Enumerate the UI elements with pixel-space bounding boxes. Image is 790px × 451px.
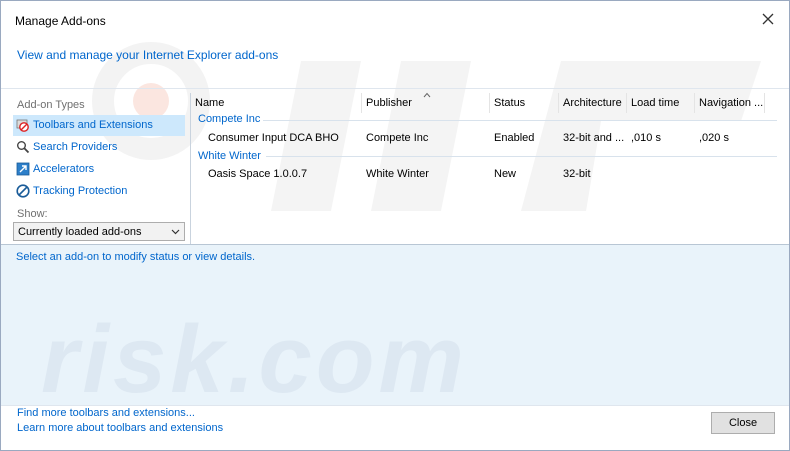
sidebar-item-search-providers[interactable]: Search Providers — [13, 137, 185, 158]
accelerator-icon — [16, 162, 30, 176]
sidebar-item-toolbars-extensions[interactable]: Toolbars and Extensions — [13, 115, 185, 136]
group-divider — [263, 120, 777, 121]
cell-architecture: 32-bit and ... — [563, 132, 625, 144]
sidebar-item-accelerators[interactable]: Accelerators — [13, 159, 185, 180]
watermark-decoration: risk.com — [41, 306, 468, 413]
group-header-white-winter: White Winter — [198, 150, 261, 162]
column-header-load-time[interactable]: Load time — [627, 93, 695, 113]
group-divider — [266, 156, 777, 157]
column-header-architecture[interactable]: Architecture — [559, 93, 627, 113]
addon-types-panel: Add-on Types Toolbars and Extensions Sea… — [11, 93, 189, 244]
group-header-compete-inc: Compete Inc — [198, 113, 261, 125]
cell-navigation: ,020 s — [699, 132, 729, 144]
cell-status: Enabled — [494, 132, 535, 144]
footer-divider — [1, 405, 789, 406]
cell-architecture: 32-bit — [563, 168, 591, 180]
show-label: Show: — [17, 208, 48, 220]
sidebar-item-tracking-protection[interactable]: Tracking Protection — [13, 181, 185, 202]
header-divider — [1, 88, 789, 89]
cell-publisher: Compete Inc — [366, 132, 429, 144]
sidebar-item-label: Search Providers — [33, 141, 118, 153]
cell-publisher: White Winter — [366, 168, 429, 180]
addons-list: Name Publisher Status Architecture Load … — [190, 92, 783, 244]
find-more-toolbars-link[interactable]: Find more toolbars and extensions... — [17, 407, 195, 419]
cell-name: Oasis Space 1.0.0.7 — [208, 168, 308, 180]
sidebar-item-label: Tracking Protection — [33, 185, 128, 197]
cell-status: New — [494, 168, 517, 180]
tracking-protection-icon — [16, 184, 30, 198]
page-headline: View and manage your Internet Explorer a… — [17, 48, 279, 62]
addon-types-label: Add-on Types — [17, 99, 85, 111]
chevron-down-icon — [171, 229, 180, 235]
details-pane: risk.com Select an add-on to modify stat… — [1, 245, 789, 413]
sidebar-item-label: Accelerators — [33, 163, 95, 175]
column-header-name[interactable]: Name — [191, 93, 362, 113]
details-prompt: Select an add-on to modify status or vie… — [16, 251, 256, 263]
title-bar: Manage Add-ons — [1, 1, 789, 35]
manage-addons-window: Manage Add-ons View and manage your Inte… — [0, 0, 790, 451]
close-button[interactable]: Close — [711, 412, 775, 434]
toolbars-extensions-icon — [16, 119, 29, 132]
sidebar-item-label: Toolbars and Extensions — [33, 119, 153, 131]
table-row[interactable]: Consumer Input DCA BHO Compete Inc Enabl… — [191, 127, 783, 149]
column-header-publisher[interactable]: Publisher — [362, 93, 490, 113]
show-dropdown[interactable]: Currently loaded add-ons — [13, 222, 185, 241]
search-icon — [17, 141, 30, 154]
table-row[interactable]: Oasis Space 1.0.0.7 White Winter New 32-… — [191, 163, 783, 185]
close-icon[interactable] — [761, 12, 775, 26]
cell-name: Consumer Input DCA BHO — [208, 132, 339, 144]
learn-more-toolbars-link[interactable]: Learn more about toolbars and extensions — [17, 422, 223, 434]
window-title: Manage Add-ons — [15, 14, 106, 28]
column-header-navigation[interactable]: Navigation ... — [695, 93, 765, 113]
column-header-status[interactable]: Status — [490, 93, 559, 113]
show-dropdown-value: Currently loaded add-ons — [18, 226, 142, 238]
cell-load-time: ,010 s — [631, 132, 661, 144]
